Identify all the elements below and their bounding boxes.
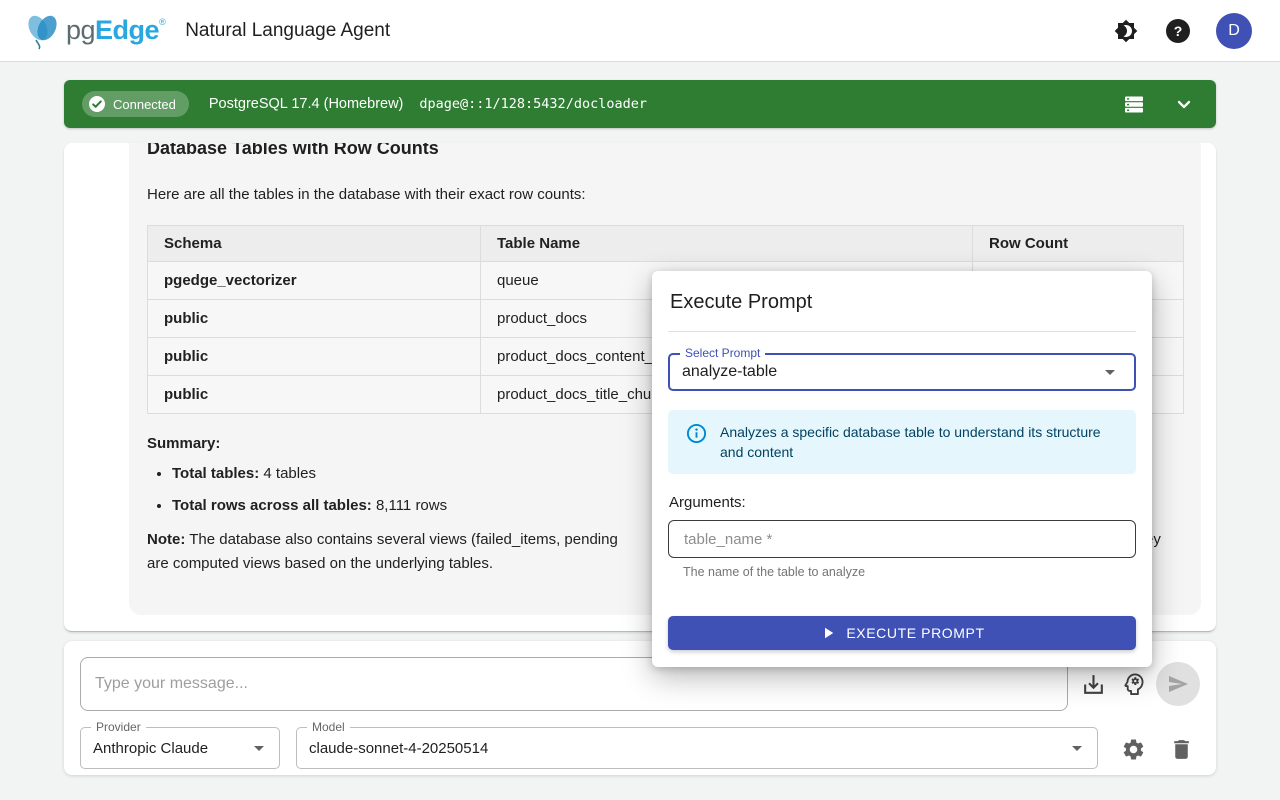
logo-text-edge: Edge [95, 15, 159, 45]
pgedge-logo: pgEdge® [22, 11, 165, 51]
psychology-icon [1121, 671, 1147, 697]
chevron-down-icon [1172, 92, 1196, 116]
help-icon: ? [1166, 19, 1190, 43]
server-version-text: PostgreSQL 17.4 (Homebrew) [209, 96, 404, 112]
input-helper-text: The name of the table to analyze [683, 565, 865, 579]
bullet-label: Total rows across all tables: [172, 497, 372, 514]
download-icon [1081, 672, 1106, 697]
connection-string: dpage@::1/128:5432/docloader [419, 96, 647, 112]
provider-value: Anthropic Claude [93, 740, 208, 757]
cell-schema: public [148, 376, 481, 414]
thinking-mode-button[interactable] [1120, 670, 1148, 698]
bullet-value: 4 tables [259, 465, 316, 482]
dark-mode-toggle[interactable] [1112, 17, 1140, 45]
settings-button[interactable] [1118, 734, 1148, 764]
select-prompt-label: Select Prompt [680, 346, 765, 360]
col-header-table-name: Table Name [481, 226, 973, 262]
cell-schema: public [148, 338, 481, 376]
pgedge-heart-icon [22, 11, 64, 51]
download-button[interactable] [1079, 670, 1107, 698]
connection-collapse-button[interactable] [1170, 90, 1198, 118]
help-button[interactable]: ? [1164, 17, 1192, 45]
dropdown-caret-icon [1065, 736, 1089, 760]
note-line1: The database also contains several views… [185, 531, 617, 548]
cell-schema: pgedge_vectorizer [148, 262, 481, 300]
model-value: claude-sonnet-4-20250514 [309, 740, 488, 757]
provider-select[interactable]: Provider Anthropic Claude [80, 727, 280, 769]
brightness-moon-icon [1114, 19, 1138, 43]
app-header: pgEdge® Natural Language Agent ? D [0, 0, 1280, 62]
prompt-select-value: analyze-table [682, 363, 777, 381]
execute-prompt-dialog: Execute Prompt Select Prompt analyze-tab… [652, 271, 1152, 667]
dialog-divider [668, 331, 1136, 332]
dropdown-caret-icon [247, 736, 271, 760]
bullet-label: Total tables: [172, 465, 259, 482]
bullet-value: 8,111 rows [372, 497, 447, 514]
check-circle-icon [88, 95, 106, 113]
clear-chat-button[interactable] [1166, 734, 1196, 764]
model-label: Model [307, 720, 350, 734]
logo-registered-mark: ® [159, 17, 165, 27]
status-badge-label: Connected [113, 97, 176, 112]
model-select[interactable]: Model claude-sonnet-4-20250514 [296, 727, 1098, 769]
col-header-schema: Schema [148, 226, 481, 262]
provider-label: Provider [91, 720, 146, 734]
message-intro: Here are all the tables in the database … [147, 185, 1183, 205]
note-line2: are computed views based on the underlyi… [147, 555, 493, 572]
dialog-title: Execute Prompt [670, 291, 812, 314]
cell-schema: public [148, 300, 481, 338]
connection-bar: Connected PostgreSQL 17.4 (Homebrew) dpa… [64, 80, 1216, 128]
avatar[interactable]: D [1216, 13, 1252, 49]
execute-prompt-button-label: EXECUTE PROMPT [846, 625, 984, 641]
table-name-input[interactable] [668, 520, 1136, 558]
page-title: Natural Language Agent [185, 20, 390, 42]
connection-list-button[interactable] [1120, 90, 1148, 118]
info-icon [686, 423, 707, 444]
dropdown-caret-icon [1098, 360, 1122, 384]
prompt-info-alert: Analyzes a specific database table to un… [668, 410, 1136, 474]
gear-icon [1121, 737, 1146, 762]
send-button[interactable] [1156, 662, 1200, 706]
arguments-label: Arguments: [669, 494, 746, 511]
trash-icon [1169, 737, 1194, 762]
execute-prompt-button[interactable]: EXECUTE PROMPT [668, 616, 1136, 650]
logo-text-pg: pg [66, 15, 95, 45]
message-heading: Database Tables with Row Counts [147, 143, 1183, 159]
table-header-row: Schema Table Name Row Count [148, 226, 1184, 262]
server-list-icon [1122, 92, 1146, 116]
play-icon [819, 624, 837, 642]
col-header-row-count: Row Count [973, 226, 1184, 262]
status-badge: Connected [82, 91, 189, 117]
send-icon [1166, 672, 1190, 696]
note-label: Note: [147, 531, 185, 548]
prompt-description: Analyzes a specific database table to un… [720, 422, 1120, 462]
